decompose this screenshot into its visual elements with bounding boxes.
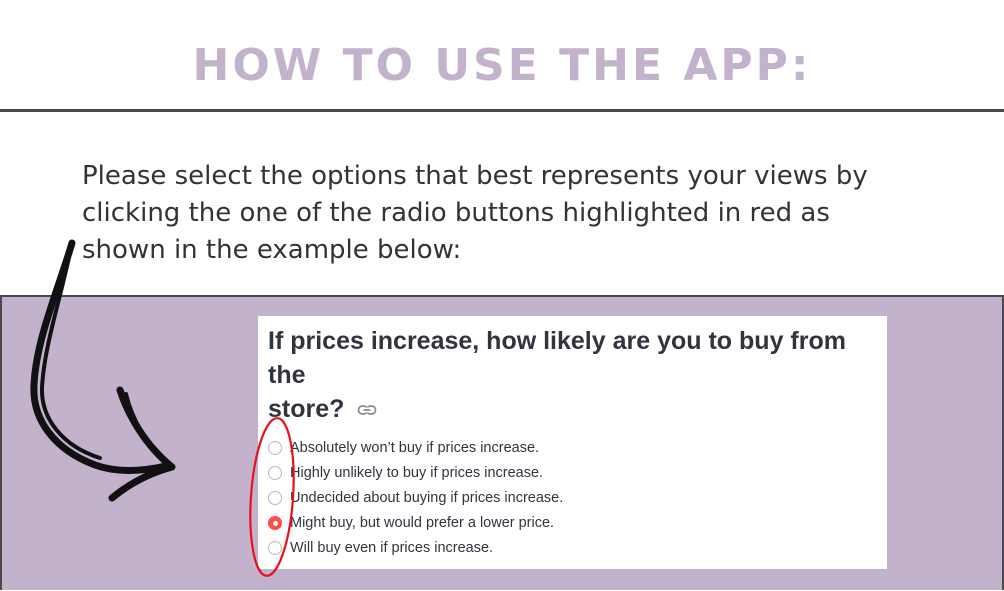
instructions-line-3: shown in the example below: — [82, 235, 462, 265]
radio-option[interactable]: Undecided about buying if prices increas… — [268, 485, 563, 510]
radio-option-selected[interactable]: Might buy, but would prefer a lower pric… — [268, 510, 563, 535]
radio-button-selected[interactable] — [268, 515, 282, 530]
instructions-line-2: clicking the one of the radio buttons hi… — [82, 198, 830, 228]
page-heading: HOW TO USE THE APP: — [192, 40, 812, 91]
radio-option[interactable]: Will buy even if prices increase. — [268, 535, 563, 560]
radio-button[interactable] — [268, 540, 282, 555]
question-line-1: If prices increase, how likely are you t… — [268, 327, 846, 389]
radio-option-label: Highly unlikely to buy if prices increas… — [290, 464, 544, 481]
radio-option-label: Undecided about buying if prices increas… — [290, 489, 564, 506]
radio-option-label: Might buy, but would prefer a lower pric… — [290, 514, 555, 531]
instructions-line-1: Please select the options that best repr… — [82, 161, 868, 191]
link-icon[interactable] — [357, 391, 377, 425]
radio-option[interactable]: Absolutely won’t buy if prices increase. — [268, 435, 563, 460]
divider — [0, 109, 1004, 112]
example-card: If prices increase, how likely are you t… — [258, 316, 887, 569]
question-line-2: store? — [268, 395, 345, 423]
radio-option-label: Will buy even if prices increase. — [290, 539, 494, 556]
radio-group: Absolutely won’t buy if prices increase.… — [268, 435, 563, 560]
radio-button[interactable] — [268, 490, 282, 505]
radio-button[interactable] — [268, 440, 282, 455]
question-title: If prices increase, how likely are you t… — [268, 324, 883, 426]
radio-button[interactable] — [268, 465, 282, 480]
radio-option-label: Absolutely won’t buy if prices increase. — [290, 439, 540, 456]
radio-option[interactable]: Highly unlikely to buy if prices increas… — [268, 460, 563, 485]
instructions-text: Please select the options that best repr… — [82, 158, 982, 269]
